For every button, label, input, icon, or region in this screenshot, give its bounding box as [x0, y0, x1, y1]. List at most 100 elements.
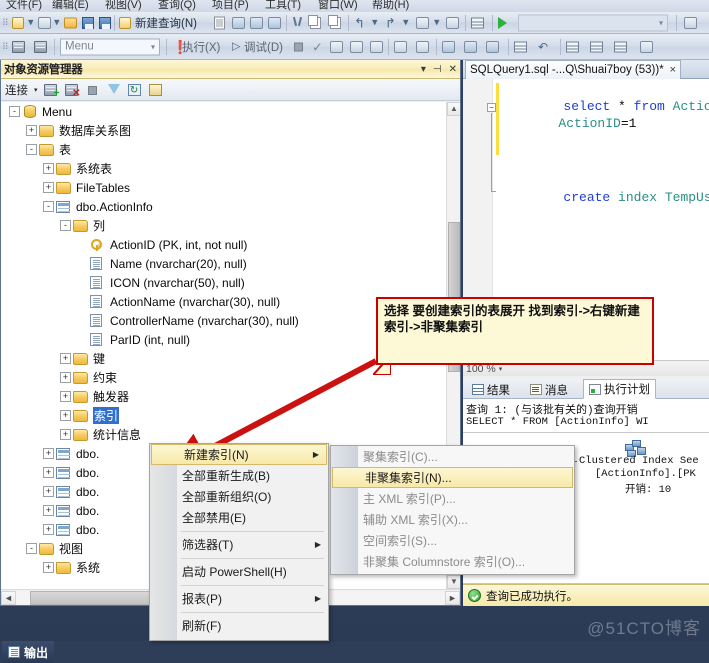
increase-indent-icon[interactable] [566, 41, 579, 52]
context-menu-item[interactable]: 全部禁用(E) [150, 507, 328, 528]
tab-messages[interactable]: 消息 [525, 380, 573, 399]
refresh-icon[interactable]: ↻ [127, 83, 143, 97]
uncomment-icon[interactable]: ↶ [538, 41, 548, 53]
context-menu-item[interactable]: 新建索引(N) ▶ [151, 444, 327, 465]
collapse-icon[interactable]: - [60, 220, 71, 231]
menu-item-tools[interactable]: 工具(T) [265, 0, 301, 12]
database-combo[interactable]: Menu ▾ [60, 38, 160, 55]
collapse-icon[interactable]: - [43, 201, 54, 212]
redo-icon[interactable]: ↱ [385, 16, 396, 29]
more-indent-icon[interactable] [614, 41, 627, 52]
expand-icon[interactable]: + [60, 372, 71, 383]
expand-icon[interactable]: + [43, 467, 54, 478]
comment-icon[interactable] [514, 41, 527, 52]
undo-dropdown-icon[interactable]: ▾ [372, 17, 378, 28]
navigate-backward-dropdown-icon[interactable]: ▾ [434, 17, 440, 28]
tree-node[interactable]: -列 [1, 216, 460, 235]
cut-icon[interactable] [292, 17, 303, 29]
expand-icon[interactable]: + [43, 448, 54, 459]
new-query-icon[interactable] [119, 16, 131, 29]
expand-icon[interactable]: + [43, 182, 54, 193]
expand-icon[interactable]: + [43, 524, 54, 535]
redo-dropdown-icon[interactable]: ▾ [403, 17, 409, 28]
expand-icon[interactable]: + [43, 163, 54, 174]
new-analysis-mdx-query-icon[interactable] [232, 16, 245, 29]
menu-item-view[interactable]: 视图(V) [105, 0, 142, 12]
menu-item-file[interactable]: 文件(F) [6, 0, 42, 12]
tree-node[interactable]: + 数据库关系图 [1, 121, 460, 140]
toolbar-handle-2[interactable]: ⠿ [2, 41, 9, 52]
context-menu-item[interactable]: 刷新(F) [150, 615, 328, 636]
scroll-left-icon[interactable]: ◄ [1, 590, 16, 605]
intellisense-icon[interactable] [370, 40, 383, 53]
expand-icon[interactable]: + [60, 391, 71, 402]
submenu-item[interactable]: 辅助 XML 索引(X)... [331, 509, 574, 530]
open-file-icon[interactable] [64, 17, 77, 28]
new-analysis-xmla-query-icon[interactable] [268, 16, 281, 29]
submenu-item[interactable]: 聚集索引(C)... [331, 446, 574, 467]
disconnect-icon[interactable] [34, 40, 47, 53]
close-icon[interactable]: × [670, 64, 676, 76]
tree-node[interactable]: ICON (nvarchar(50), null) [1, 273, 460, 292]
collapse-icon[interactable]: - [26, 543, 37, 554]
disconnect-object-explorer-icon[interactable]: ✕ [64, 83, 81, 98]
scroll-right-icon[interactable]: ► [445, 590, 460, 605]
context-menu[interactable]: 新建索引(N) ▶ 全部重新生成(B) 全部重新组织(O) 全部禁用(E) 筛选器(T) ▶… [149, 443, 329, 641]
submenu-item[interactable]: 非聚集索引(N)... [332, 467, 573, 488]
navigate-backward-icon[interactable] [416, 16, 429, 29]
new-item-dropdown-icon[interactable]: ▾ [28, 17, 34, 28]
expand-icon[interactable]: + [43, 505, 54, 516]
new-query-button[interactable]: 新建查询(N) [135, 15, 197, 31]
results-to-grid-icon[interactable] [464, 40, 477, 53]
paste-icon[interactable] [328, 14, 341, 29]
display-estimated-plan-icon[interactable] [330, 40, 343, 53]
context-menu-item[interactable]: 筛选器(T) ▶ [150, 534, 328, 555]
tab-output[interactable]: 输出 [2, 641, 55, 663]
filter-icon[interactable] [107, 83, 122, 97]
tree-node[interactable]: -表 [1, 140, 460, 159]
object-explorer-toolbar[interactable]: 连接 ▾ + ✕ ↻ [1, 79, 460, 101]
expand-icon[interactable]: + [43, 486, 54, 497]
fold-toggle-icon[interactable]: − [487, 103, 496, 112]
pin-icon[interactable]: ⊣ [433, 64, 442, 75]
tree-node[interactable]: ActionID (PK, int, not null) [1, 235, 460, 254]
output-panel-bar[interactable]: 输出 [0, 641, 709, 663]
menu-bar[interactable]: 文件(F) 编辑(E) 视图(V) 查询(Q) 项目(P) 工具(T) 窗口(W… [0, 0, 709, 12]
menu-item-help[interactable]: 帮助(H) [372, 0, 409, 12]
expand-icon[interactable]: + [43, 562, 54, 573]
save-icon[interactable] [82, 16, 94, 29]
include-actual-plan-icon[interactable] [394, 40, 407, 53]
chevron-down-icon[interactable]: ▾ [34, 86, 38, 94]
toolbar-handle-1[interactable]: ⠿ [2, 17, 9, 28]
expand-icon[interactable]: + [60, 429, 71, 440]
copy-icon[interactable] [308, 14, 321, 29]
tab-results[interactable]: 结果 [467, 380, 515, 399]
new-analysis-dmx-query-icon[interactable] [250, 16, 263, 29]
tab-execution-plan[interactable]: 执行计划 [583, 379, 656, 399]
decrease-indent-icon[interactable] [590, 41, 603, 52]
scroll-down-icon[interactable]: ▼ [447, 575, 460, 589]
results-to-file-icon[interactable] [486, 40, 499, 53]
main-toolbar[interactable]: ⠿ ▾ ▾ 新建查询(N) ↰ ▾ ↱ ▾ ▾ ▾ [0, 12, 709, 34]
debug-icon[interactable]: ▷ [232, 41, 240, 52]
submenu-item[interactable]: 主 XML 索引(P)... [331, 488, 574, 509]
connect-object-explorer-icon[interactable]: + [43, 83, 60, 98]
parse-icon[interactable]: ✓ [312, 40, 323, 53]
menu-item-edit[interactable]: 编辑(E) [52, 0, 89, 12]
toolbar-overflow-icon[interactable] [684, 16, 697, 29]
connect-label[interactable]: 连接 [5, 82, 28, 98]
close-icon[interactable]: ✕ [449, 64, 457, 75]
new-db-engine-query-icon[interactable] [214, 16, 225, 29]
toolbar-combo[interactable]: ▾ [518, 14, 668, 31]
run-icon[interactable] [498, 16, 507, 29]
new-index-submenu[interactable]: 聚集索引(C)... 非聚集索引(N)... 主 XML 索引(P)... 辅助 XM… [330, 445, 575, 575]
expand-icon[interactable]: + [60, 353, 71, 364]
save-all-icon[interactable] [99, 16, 111, 29]
undo-icon[interactable]: ↰ [354, 16, 365, 29]
object-explorer-titlebar[interactable]: 对象资源管理器 ▾ ⊣ ✕ [1, 60, 460, 79]
stop-icon[interactable] [86, 83, 101, 97]
tree-node[interactable]: - dbo.ActionInfo [1, 197, 460, 216]
submenu-item[interactable]: 空间索引(S)... [331, 530, 574, 551]
navigate-forward-icon[interactable] [446, 16, 459, 29]
debug-button[interactable]: 调试(D) [244, 39, 283, 55]
